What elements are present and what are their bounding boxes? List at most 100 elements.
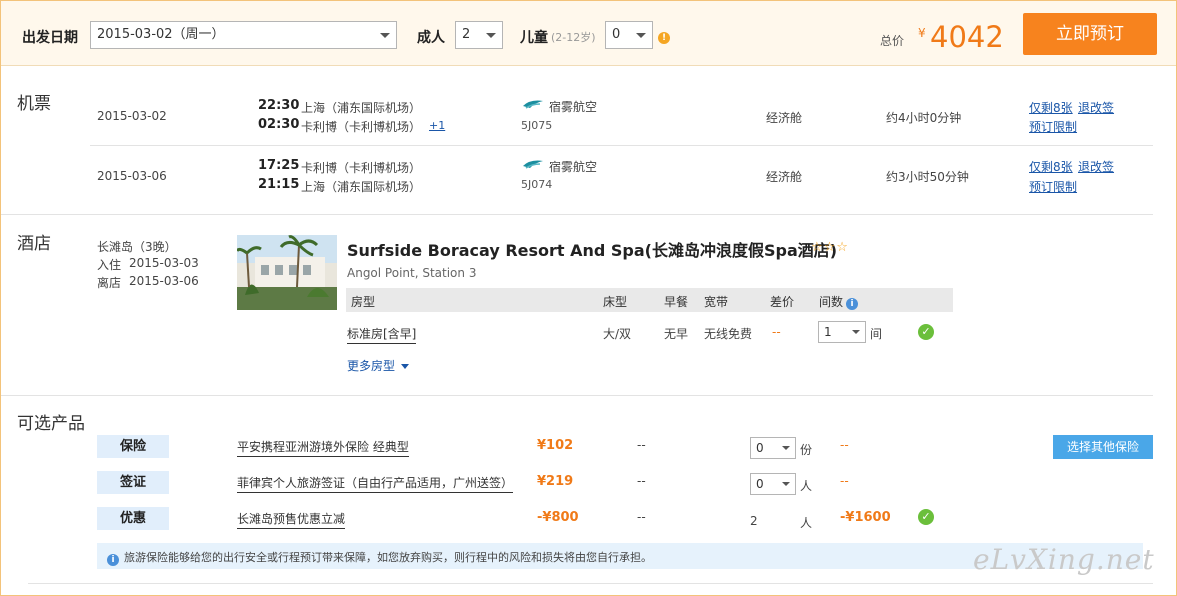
breakfast: 无早 — [664, 327, 689, 341]
arrival-airport: 上海（浦东国际机场） — [301, 180, 422, 194]
flight-duration: 约3小时50分钟 — [886, 170, 969, 184]
column-header-price-diff: 差价 — [770, 295, 795, 309]
chevron-down-icon — [852, 330, 860, 334]
notice-text: 旅游保险能够给您的出行安全或行程预订带来保障，如您放弃购买，则行程中的风险和损失… — [124, 551, 652, 564]
room-unit: 间 — [870, 327, 883, 341]
booking-rules-link[interactable]: 预订限制 — [1029, 118, 1077, 135]
option-subtotal: -¥1600 — [840, 510, 891, 525]
child-select[interactable]: 0 — [605, 21, 653, 49]
options-section-title: 可选产品 — [17, 414, 85, 434]
departure-airport: 卡利博（卡利博机场） — [301, 161, 422, 175]
option-price: ¥219 — [537, 474, 574, 489]
internet: 无线免费 — [704, 327, 753, 341]
qty-value: 0 — [756, 441, 764, 455]
refund-change-link[interactable]: 退改签 — [1078, 99, 1114, 116]
room-count-select[interactable]: 1 — [818, 321, 866, 343]
airline-name: 宿雾航空 — [549, 160, 598, 174]
airline-logo-icon — [522, 158, 547, 172]
chevron-down-icon — [636, 33, 646, 38]
more-rooms-link[interactable]: 更多房型 — [347, 357, 409, 374]
star-rating-icon: ☆☆☆ — [811, 240, 849, 255]
section-divider — [1, 395, 1153, 396]
airline-name: 宿雾航空 — [549, 100, 598, 114]
departure-time: 17:25 — [258, 158, 300, 173]
info-icon: i — [107, 550, 119, 566]
refund-change-link[interactable]: 退改签 — [1078, 158, 1114, 175]
seats-left-link[interactable]: 仅剩8张 — [1029, 99, 1073, 116]
selected-check-icon[interactable]: ✓ — [918, 509, 934, 525]
arrival-time: 02:30 — [258, 117, 300, 132]
option-price: ¥102 — [537, 438, 574, 453]
checkout-label: 离店 — [97, 276, 122, 290]
column-header-bed: 床型 — [603, 295, 628, 309]
checkout-date: 2015-03-06 — [129, 274, 199, 288]
flight-duration: 约4小时0分钟 — [886, 111, 962, 125]
info-icon[interactable]: i — [846, 294, 858, 310]
child-value: 0 — [612, 27, 621, 42]
column-header-internet: 宽带 — [704, 295, 729, 309]
bed-type: 大/双 — [603, 327, 632, 341]
total-price: 4042 — [930, 20, 1004, 54]
choose-other-insurance-button[interactable]: 选择其他保险 — [1053, 435, 1153, 459]
hotel-address: Angol Point, Station 3 — [347, 266, 477, 280]
divider — [90, 145, 1153, 146]
date-value: 2015-03-02（周一） — [97, 27, 225, 42]
chevron-down-icon — [782, 482, 790, 486]
caret-down-icon — [400, 364, 409, 369]
divider — [28, 583, 1153, 584]
flights-section-title: 机票 — [17, 94, 51, 114]
option-name-link[interactable]: 菲律宾个人旅游签证（自由行产品适用，广州送签） — [237, 474, 514, 493]
currency-symbol: ¥ — [918, 26, 926, 40]
hotel-photo[interactable] — [237, 235, 337, 310]
insurance-qty-select[interactable]: 0 — [750, 437, 796, 459]
option-tag: 签证 — [97, 471, 169, 494]
more-rooms-label: 更多房型 — [347, 359, 396, 373]
room-count-value: 1 — [824, 325, 832, 339]
flight-number: 5J075 — [521, 119, 553, 132]
option-tag: 优惠 — [97, 507, 169, 530]
departure-time: 22:30 — [258, 98, 300, 113]
site-watermark: eLvXing.net — [973, 543, 1155, 576]
checkin-date: 2015-03-03 — [129, 256, 199, 270]
section-divider — [1, 214, 1153, 215]
airline-logo-icon — [522, 98, 547, 112]
room-table-header — [346, 288, 953, 312]
checkin-label: 入住 — [97, 258, 122, 272]
chevron-down-icon — [380, 33, 390, 38]
column-header-room-type: 房型 — [351, 295, 376, 309]
option-tag: 保险 — [97, 435, 169, 458]
flight-date: 2015-03-06 — [97, 169, 167, 183]
cabin-class: 经济舱 — [766, 170, 803, 184]
column-header-breakfast: 早餐 — [664, 295, 689, 309]
room-type-link[interactable]: 标准房[含早] — [347, 325, 417, 344]
arrival-time: 21:15 — [258, 177, 300, 192]
booking-rules-link[interactable]: 预订限制 — [1029, 178, 1077, 195]
qty-unit: 人 — [800, 479, 813, 493]
adult-label: 成人 — [417, 30, 445, 46]
option-placeholder: -- — [637, 438, 646, 452]
date-select[interactable]: 2015-03-02（周一） — [90, 21, 397, 49]
hotel-name-link[interactable]: Surfside Boracay Resort And Spa(长滩岛冲浪度假S… — [347, 237, 837, 261]
adult-select[interactable]: 2 — [455, 21, 503, 49]
chevron-down-icon — [486, 33, 496, 38]
qty-unit: 份 — [800, 443, 813, 457]
adult-value: 2 — [462, 27, 471, 42]
selected-check-icon[interactable]: ✓ — [918, 324, 934, 340]
arrival-airport: 卡利博（卡利博机场） — [301, 120, 422, 134]
option-subtotal: -- — [840, 474, 849, 488]
price-diff: -- — [772, 325, 781, 339]
option-name-link[interactable]: 平安携程亚洲游境外保险 经典型 — [237, 438, 409, 457]
visa-qty-select[interactable]: 0 — [750, 473, 796, 495]
option-name-link[interactable]: 长滩岛预售优惠立减 — [237, 510, 346, 529]
option-subtotal: -- — [840, 438, 849, 452]
book-now-button[interactable]: 立即预订 — [1023, 13, 1157, 55]
option-placeholder: -- — [637, 474, 646, 488]
cabin-class: 经济舱 — [766, 111, 803, 125]
seats-left-link[interactable]: 仅剩8张 — [1029, 158, 1073, 175]
departure-airport: 上海（浦东国际机场） — [301, 101, 422, 115]
flight-date: 2015-03-02 — [97, 109, 167, 123]
option-price: -¥800 — [537, 510, 579, 525]
info-icon[interactable]: ! — [658, 29, 670, 44]
date-label: 出发日期 — [22, 30, 78, 46]
next-day-indicator[interactable]: +1 — [429, 119, 445, 132]
